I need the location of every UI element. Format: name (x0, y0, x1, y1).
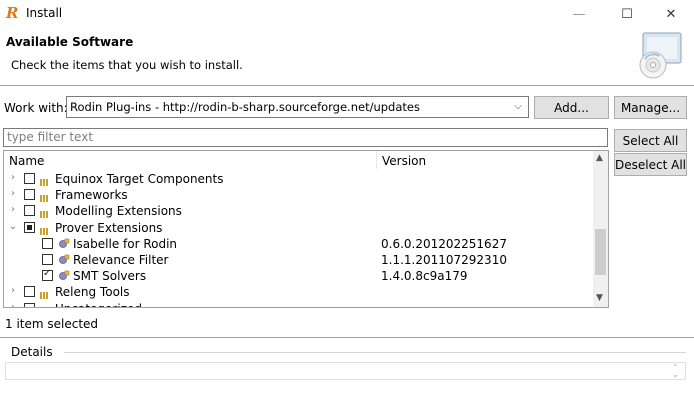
title-bar: R Install — ☐ ✕ (0, 0, 694, 28)
scrollbar-thumb[interactable] (595, 229, 606, 275)
tree-row-label: Isabelle for Rodin (73, 236, 178, 251)
chevron-right-icon[interactable]: › (8, 285, 18, 296)
category-icon (40, 175, 52, 186)
manage-button[interactable]: Manage... (614, 96, 687, 119)
column-header-name[interactable]: Name (9, 154, 44, 168)
column-divider[interactable] (376, 151, 377, 169)
category-icon (40, 288, 52, 300)
tree-row-version: 0.6.0.201202251627 (381, 236, 507, 251)
tree-row-label: Relevance Filter (73, 253, 169, 267)
checkbox-prover-extensions[interactable] (24, 221, 35, 233)
maximize-button[interactable]: ☐ (604, 0, 650, 28)
chevron-down-icon[interactable]: ⌵ (514, 101, 522, 112)
tree-row-label: Frameworks (55, 188, 128, 203)
software-tree[interactable]: Name Version › Equinox Target Components ›… (3, 150, 609, 308)
filter-input[interactable]: type filter text (3, 128, 608, 147)
checkbox-smt-solvers[interactable] (42, 268, 53, 282)
details-text-area[interactable] (5, 362, 686, 380)
tree-row-modelling-extensions[interactable]: › Modelling Extensions (4, 203, 594, 219)
feature-plugin-icon (59, 238, 70, 248)
tree-row-label: Uncategorized (55, 302, 142, 307)
checkbox-isabelle-for-rodin[interactable] (42, 237, 53, 249)
work-with-value: Rodin Plug-ins - http://rodin-b-sharp.so… (70, 100, 420, 114)
tree-row-version: 1.1.1.201107292310 (381, 253, 507, 267)
details-divider (64, 352, 686, 353)
tree-row-smt-solvers[interactable]: SMT Solvers 1.4.0.8c9a179 (4, 268, 594, 284)
minimize-button[interactable]: — (556, 0, 602, 28)
category-icon (40, 207, 52, 219)
checkbox-relevance-filter[interactable] (42, 254, 53, 265)
column-header-version[interactable]: Version (382, 154, 426, 168)
chevron-right-icon[interactable]: › (8, 188, 18, 199)
select-all-button[interactable]: Select All (614, 129, 687, 152)
page-title: Available Software (6, 35, 134, 49)
tree-row-isabelle-for-rodin[interactable]: Isabelle for Rodin 0.6.0.201202251627 (4, 236, 594, 252)
chevron-right-icon[interactable]: › (8, 172, 18, 183)
work-with-label: Work with: (4, 101, 68, 115)
deselect-all-button[interactable]: Deselect All (614, 153, 687, 176)
checkbox-frameworks[interactable] (24, 189, 35, 201)
page-subtitle: Check the items that you wish to install… (11, 58, 243, 72)
category-icon (40, 191, 52, 203)
tree-row-label: Prover Extensions (55, 220, 163, 235)
tree-row-equinox-target-components[interactable]: › Equinox Target Components (4, 171, 594, 187)
wizard-banner: Available Software Check the items that … (0, 28, 694, 86)
install-wizard-icon (639, 32, 682, 79)
details-scroll-icon[interactable]: ⌃ ⌄ (672, 364, 679, 379)
tree-row-label: Equinox Target Components (55, 172, 224, 186)
checkbox-releng-tools[interactable] (24, 286, 35, 298)
tree-row-uncategorized[interactable]: › Uncategorized (4, 301, 594, 307)
tree-row-prover-extensions[interactable]: ⌄ Prover Extensions (4, 220, 594, 236)
chevron-right-icon[interactable]: › (8, 302, 18, 307)
category-icon (40, 305, 52, 307)
divider (0, 337, 694, 338)
tree-row-label: SMT Solvers (73, 269, 147, 284)
selection-status: 1 item selected (5, 317, 99, 331)
work-with-combo[interactable]: Rodin Plug-ins - http://rodin-b-sharp.so… (66, 96, 529, 118)
tree-row-version: 1.4.0.8c9a179 (381, 269, 468, 284)
scroll-up-icon[interactable]: ▲ (596, 153, 603, 163)
tree-header: Name Version (4, 151, 594, 171)
feature-plugin-icon (59, 254, 70, 264)
rodin-app-icon: R (6, 4, 19, 22)
close-button[interactable]: ✕ (648, 0, 694, 28)
tree-row-label: Releng Tools (55, 285, 130, 300)
checkbox-modelling-extensions[interactable] (24, 205, 35, 217)
tree-scrollbar[interactable]: ▲ ▼ (593, 151, 608, 307)
add-button[interactable]: Add... (534, 96, 609, 119)
window-title: Install (26, 6, 63, 20)
tree-row-label: Modelling Extensions (55, 204, 182, 219)
checkbox-uncategorized[interactable] (24, 302, 35, 307)
details-label: Details (11, 345, 53, 359)
feature-plugin-icon (59, 270, 70, 281)
tree-row-frameworks[interactable]: › Frameworks (4, 187, 594, 203)
category-icon (40, 224, 52, 235)
scroll-down-icon[interactable]: ▼ (596, 293, 603, 303)
checkbox-equinox-target-components[interactable] (24, 173, 35, 184)
chevron-down-icon[interactable]: ⌄ (8, 221, 18, 232)
filter-placeholder: type filter text (7, 130, 94, 144)
tree-row-relevance-filter[interactable]: Relevance Filter 1.1.1.201107292310 (4, 252, 594, 268)
chevron-right-icon[interactable]: › (8, 204, 18, 215)
tree-row-releng-tools[interactable]: › Releng Tools (4, 284, 594, 300)
